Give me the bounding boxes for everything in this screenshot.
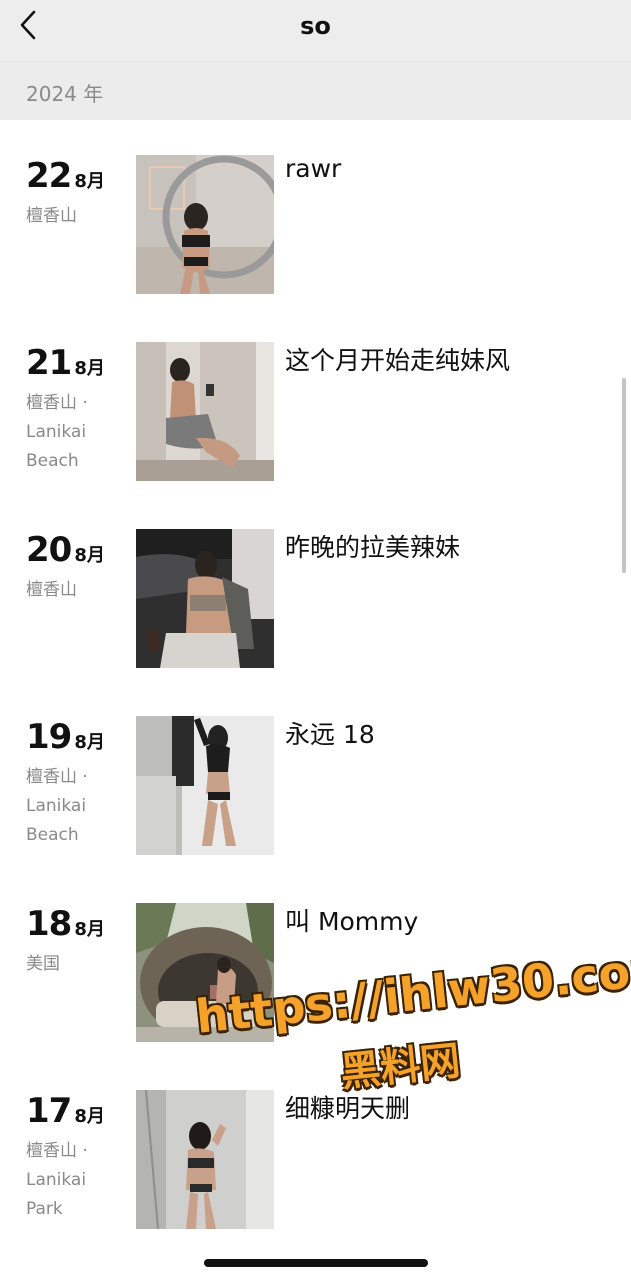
post-month: 8月 [74, 545, 105, 566]
post-month: 8月 [74, 171, 105, 192]
post-month: 8月 [74, 1106, 105, 1127]
post-entry[interactable]: 20 8月 檀香山 昨晚的拉美辣妹 [0, 494, 631, 668]
post-date: 17 8月 [26, 1091, 105, 1131]
post-date: 22 8月 [26, 156, 105, 196]
post-caption: 永远 18 [285, 720, 375, 749]
post-date: 21 8月 [26, 343, 105, 383]
post-month: 8月 [74, 358, 105, 379]
post-location: 檀香山 · Lanikai Beach [26, 767, 88, 845]
post-thumbnail[interactable] [136, 342, 274, 481]
navigation-bar: so [0, 0, 631, 62]
year-label: 2024 年 [26, 82, 104, 106]
post-list: 228月 檀香山 rawr 218月 檀香山 · Lanikai Beach [0, 120, 631, 1240]
post-thumbnail[interactable] [136, 529, 274, 668]
post-location: 美国 [26, 954, 60, 974]
post-entry[interactable]: 19 8月 檀香山 · Lanikai Beach 永远 18 [0, 681, 631, 855]
post-thumbnail[interactable] [136, 155, 274, 294]
post-thumbnail[interactable] [136, 1090, 274, 1229]
home-indicator[interactable] [204, 1259, 428, 1267]
post-thumbnail[interactable] [136, 903, 274, 1042]
post-entry[interactable]: 22 8月 檀香山 rawr [0, 120, 631, 294]
post-day: 19 [26, 717, 72, 757]
scrollbar[interactable] [622, 378, 626, 573]
post-caption: 叫 Mommy [285, 907, 419, 936]
post-entry[interactable]: 21 8月 檀香山 · Lanikai Beach 这个月开始走纯妹风 [0, 307, 631, 481]
post-month: 8月 [74, 732, 105, 753]
post-date: 20 8月 [26, 530, 105, 570]
page-title: so [300, 12, 331, 40]
post-caption: 这个月开始走纯妹风 [285, 346, 511, 375]
post-day: 20 [26, 530, 72, 570]
post-caption: 昨晚的拉美辣妹 [285, 533, 461, 562]
post-thumbnail[interactable] [136, 716, 274, 855]
post-caption: 细糠明天删 [285, 1094, 411, 1123]
post-location: 檀香山 [26, 206, 77, 226]
post-day: 21 [26, 343, 72, 383]
post-entry[interactable]: 17 8月 檀香山 · Lanikai Park 细糠明天删 [0, 1055, 631, 1229]
post-date: 19 8月 [26, 717, 105, 757]
post-day: 22 [26, 156, 72, 196]
post-day: 17 [26, 1091, 72, 1131]
post-location: 檀香山 · Lanikai Beach [26, 393, 88, 471]
post-day: 18 [26, 904, 72, 944]
post-entry[interactable]: 18 8月 美国 叫 Mommy [0, 868, 631, 1042]
year-section-header: 2024 年 [0, 62, 631, 120]
post-date: 18 8月 [26, 904, 105, 944]
post-location: 檀香山 · Lanikai Park [26, 1141, 88, 1219]
post-month: 8月 [74, 919, 105, 940]
post-caption: rawr [285, 154, 342, 183]
post-location: 檀香山 [26, 580, 77, 600]
